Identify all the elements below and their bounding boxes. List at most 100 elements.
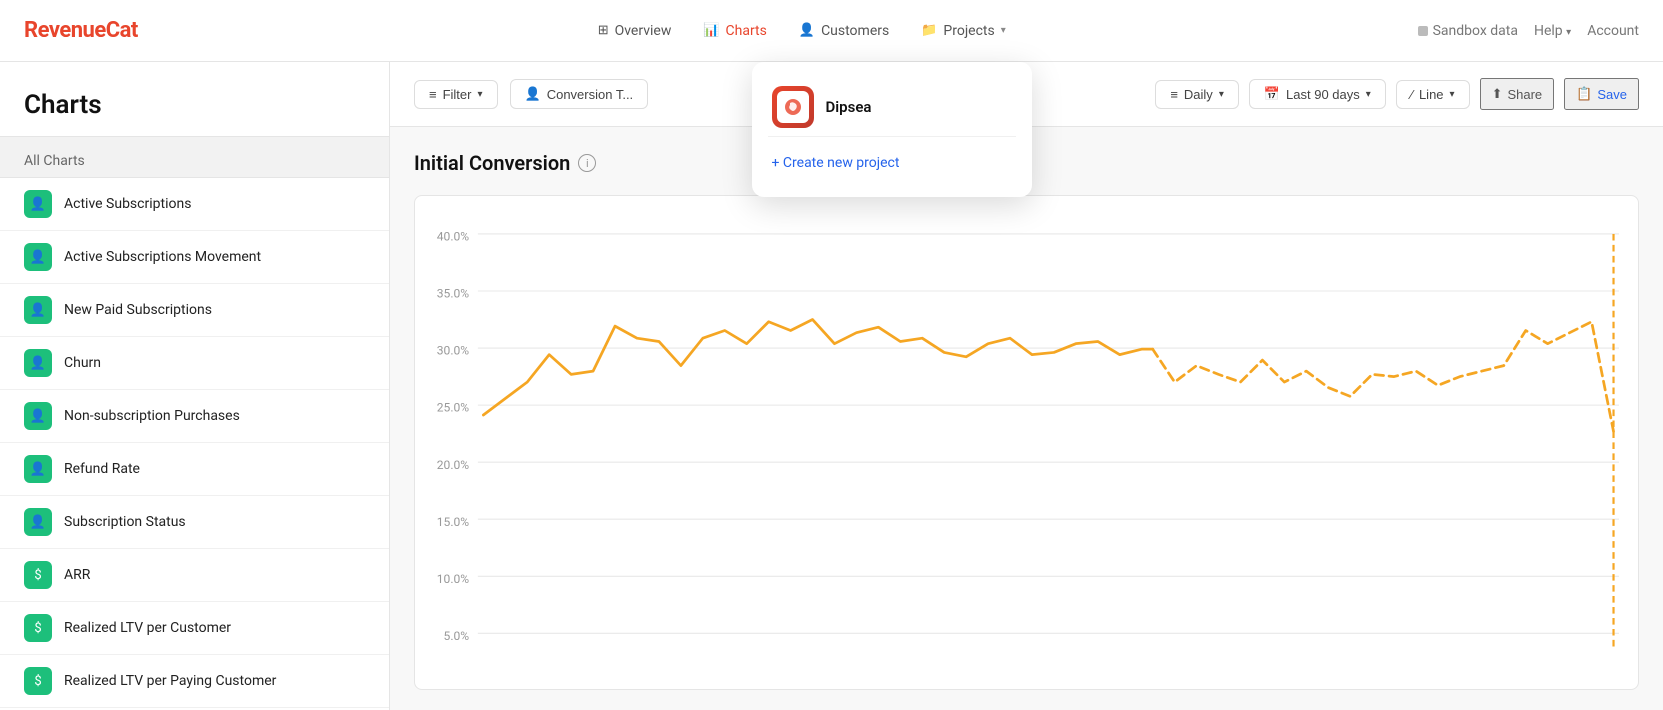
nav-charts[interactable]: 📊 Charts	[689, 15, 781, 47]
non-subscription-label: Non-subscription Purchases	[64, 408, 240, 424]
sandbox-label: Sandbox data	[1433, 23, 1518, 39]
active-subscriptions-label: Active Subscriptions	[64, 196, 191, 212]
realized-ltv-customer-icon: $	[24, 614, 52, 642]
create-project-button[interactable]: + Create new project	[768, 145, 1016, 181]
conversion-label: Conversion T...	[547, 87, 633, 102]
refund-rate-label: Refund Rate	[64, 461, 140, 477]
save-icon: 📋	[1576, 86, 1592, 102]
main-nav: ⊞ Overview 📊 Charts 👤 Customers 📁 Projec…	[186, 15, 1418, 47]
account-button[interactable]: Account	[1587, 23, 1639, 39]
nav-overview-label: Overview	[615, 23, 672, 39]
logo-text: RevenueCat	[24, 18, 138, 43]
active-subscriptions-icon: 👤	[24, 190, 52, 218]
logo[interactable]: RevenueCat	[24, 18, 138, 43]
sidebar-item-arr[interactable]: $ ARR	[0, 549, 389, 602]
svg-text:20.0%: 20.0%	[437, 458, 469, 472]
projects-dropdown: Dipsea + Create new project	[752, 62, 1032, 197]
customers-icon: 👤	[799, 23, 815, 38]
line-chevron-icon: ▾	[1450, 89, 1455, 100]
sidebar-item-active-subscriptions-movement[interactable]: 👤 Active Subscriptions Movement	[0, 231, 389, 284]
sidebar-item-new-paid-subscriptions[interactable]: 👤 New Paid Subscriptions	[0, 284, 389, 337]
dipsea-icon-inner	[777, 91, 809, 123]
line-label: Line	[1419, 87, 1444, 102]
sidebar-item-churn[interactable]: 👤 Churn	[0, 337, 389, 390]
filter-chevron-icon: ▾	[477, 89, 482, 100]
dashed-line-series	[1153, 322, 1614, 432]
daily-label: Daily	[1184, 87, 1213, 102]
line-chart-svg: 40.0% 35.0% 30.0% 25.0% 20.0% 15.0% 10.0…	[423, 212, 1630, 673]
calendar-icon: 📅	[1264, 86, 1280, 102]
daily-icon: ≡	[1170, 87, 1178, 102]
dipsea-logo-icon	[783, 97, 803, 117]
projects-chevron-icon: ▾	[1001, 25, 1006, 36]
help-button[interactable]: Help ▾	[1534, 23, 1571, 39]
nav-customers[interactable]: 👤 Customers	[785, 15, 903, 47]
active-subscriptions-movement-label: Active Subscriptions Movement	[64, 249, 261, 265]
share-button[interactable]: ⬆ Share	[1480, 78, 1555, 110]
create-project-label: + Create new project	[772, 155, 900, 171]
churn-icon: 👤	[24, 349, 52, 377]
header: RevenueCat ⊞ Overview 📊 Charts 👤 Custome…	[0, 0, 1663, 62]
help-label: Help	[1534, 23, 1563, 39]
date-range-label: Last 90 days	[1286, 87, 1360, 102]
conversion-button[interactable]: 👤 Conversion T...	[510, 79, 649, 109]
nav-overview[interactable]: ⊞ Overview	[584, 15, 686, 47]
active-subscriptions-movement-icon: 👤	[24, 243, 52, 271]
date-range-chevron-icon: ▾	[1366, 89, 1371, 100]
realized-ltv-paying-icon: $	[24, 667, 52, 695]
sidebar: Charts All Charts 👤 Active Subscriptions…	[0, 62, 390, 710]
arr-label: ARR	[64, 567, 90, 583]
sidebar-item-active-subscriptions[interactable]: 👤 Active Subscriptions	[0, 178, 389, 231]
realized-ltv-customer-label: Realized LTV per Customer	[64, 620, 231, 636]
charts-icon: 📊	[703, 23, 719, 38]
daily-button[interactable]: ≡ Daily ▾	[1155, 80, 1239, 109]
daily-chevron-icon: ▾	[1219, 89, 1224, 100]
projects-icon: 📁	[921, 23, 937, 38]
sidebar-item-non-subscription[interactable]: 👤 Non-subscription Purchases	[0, 390, 389, 443]
filter-icon: ≡	[429, 87, 437, 102]
non-subscription-icon: 👤	[24, 402, 52, 430]
realized-ltv-paying-label: Realized LTV per Paying Customer	[64, 673, 276, 689]
overview-icon: ⊞	[598, 23, 609, 38]
chart-title: Initial Conversion	[414, 151, 570, 175]
svg-text:10.0%: 10.0%	[437, 572, 469, 586]
project-item-dipsea[interactable]: Dipsea	[768, 78, 1016, 137]
subscription-status-label: Subscription Status	[64, 514, 186, 530]
conversion-person-icon: 👤	[525, 86, 541, 102]
churn-label: Churn	[64, 355, 101, 371]
help-chevron-icon: ▾	[1566, 27, 1571, 38]
date-range-button[interactable]: 📅 Last 90 days ▾	[1249, 79, 1386, 109]
sidebar-item-refund-rate[interactable]: 👤 Refund Rate	[0, 443, 389, 496]
new-paid-subscriptions-label: New Paid Subscriptions	[64, 302, 212, 318]
chart-panel: Initial Conversion i 40.0% 35.0% 30.0% 2…	[390, 127, 1663, 710]
project-name: Dipsea	[826, 98, 872, 116]
sidebar-item-realized-ltv-customer[interactable]: $ Realized LTV per Customer	[0, 602, 389, 655]
sidebar-item-subscription-status[interactable]: 👤 Subscription Status	[0, 496, 389, 549]
sidebar-item-realized-ltv-paying[interactable]: $ Realized LTV per Paying Customer	[0, 655, 389, 708]
solid-line-series	[483, 320, 1152, 415]
line-chart-icon: ∕	[1411, 87, 1413, 102]
nav-projects-label: Projects	[943, 23, 994, 39]
sandbox-dot-icon	[1418, 26, 1428, 36]
dipsea-project-icon	[772, 86, 814, 128]
sidebar-section-title: All Charts	[0, 136, 389, 178]
toolbar-right: ≡ Daily ▾ 📅 Last 90 days ▾ ∕ Line ▾ ⬆ Sh…	[1155, 78, 1639, 110]
sidebar-title: Charts	[0, 62, 389, 136]
filter-label: Filter	[443, 87, 472, 102]
new-paid-subscriptions-icon: 👤	[24, 296, 52, 324]
svg-text:30.0%: 30.0%	[437, 344, 469, 358]
share-label: Share	[1507, 87, 1542, 102]
line-chart-button[interactable]: ∕ Line ▾	[1396, 80, 1470, 109]
svg-text:15.0%: 15.0%	[437, 515, 469, 529]
svg-text:40.0%: 40.0%	[437, 230, 469, 244]
nav-right: Sandbox data Help ▾ Account	[1418, 23, 1639, 39]
arr-icon: $	[24, 561, 52, 589]
refund-rate-icon: 👤	[24, 455, 52, 483]
save-button[interactable]: 📋 Save	[1564, 78, 1639, 110]
subscription-status-icon: 👤	[24, 508, 52, 536]
info-icon[interactable]: i	[578, 154, 596, 172]
nav-charts-label: Charts	[726, 23, 767, 39]
nav-projects[interactable]: 📁 Projects ▾	[907, 15, 1020, 47]
sandbox-badge[interactable]: Sandbox data	[1418, 23, 1518, 39]
filter-button[interactable]: ≡ Filter ▾	[414, 80, 498, 109]
